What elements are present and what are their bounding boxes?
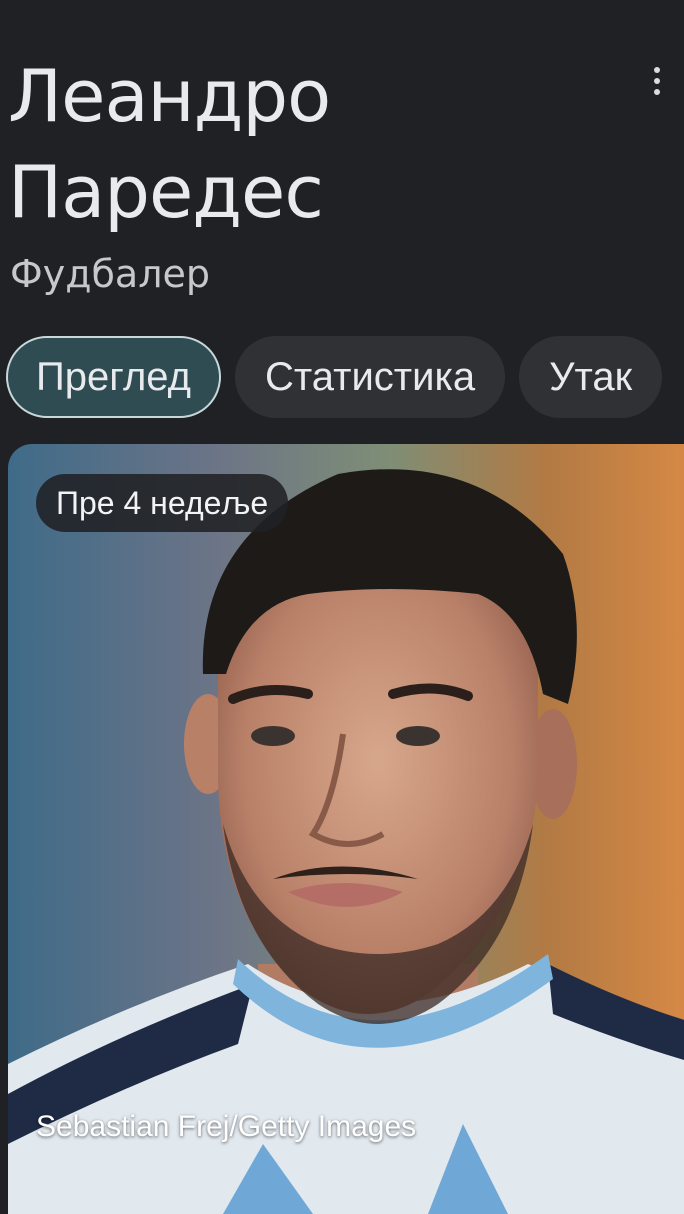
page-title: Леандро Паредес xyxy=(8,48,608,240)
time-badge: Пре 4 недеље xyxy=(36,474,289,532)
tab-overview[interactable]: Преглед xyxy=(6,336,221,418)
photo-credit: Sebastian Frej/Getty Images xyxy=(36,1110,417,1143)
page-subtitle: Фудбалер xyxy=(10,252,210,296)
more-options-icon[interactable] xyxy=(636,60,678,102)
player-photo xyxy=(8,469,684,1214)
title-line-1: Леандро xyxy=(8,54,331,138)
news-image-card[interactable]: Пре 4 недеље Sebastian Frej/Getty Images xyxy=(8,444,684,1214)
tab-bar: Преглед Статистика Утак xyxy=(6,336,663,422)
title-line-2: Паредес xyxy=(8,150,324,234)
tab-matches[interactable]: Утак xyxy=(519,336,663,418)
tab-statistics[interactable]: Статистика xyxy=(235,336,506,418)
